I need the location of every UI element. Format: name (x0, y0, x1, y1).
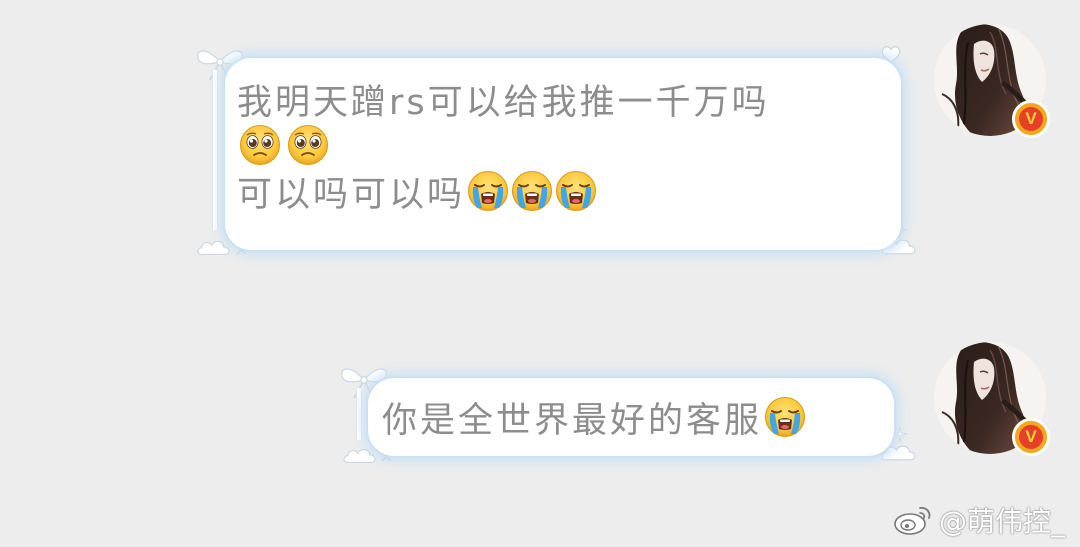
watermark-text: @萌伟控_ (939, 505, 1066, 538)
loudly-crying-face-icon (467, 170, 509, 212)
loudly-crying-face-icon (555, 170, 597, 212)
avatar[interactable]: V (934, 24, 1050, 138)
pleading-face-icon (287, 124, 329, 166)
message-text: 可以吗可以吗 (237, 174, 466, 215)
verified-badge-letter: V (1019, 107, 1043, 131)
message-text-line: 你是全世界最好的客服 (382, 394, 806, 441)
ribbon-stem-decoration (356, 388, 362, 440)
chat-screen: V 我明天蹭rs可以给我推一千万吗 可以吗可以吗 V 你是全世界最好的客服 @萌… (0, 0, 1080, 547)
pleading-face-icon (239, 124, 281, 166)
weibo-logo-icon (893, 503, 933, 537)
cloud-icon (196, 236, 232, 258)
message-bubble[interactable]: 我明天蹭rs可以给我推一千万吗 可以吗可以吗 (225, 58, 901, 250)
verified-badge-letter: V (1019, 425, 1043, 449)
message-text: 我明天蹭rs可以给我推一千万吗 (237, 82, 770, 123)
emoji-row (237, 122, 770, 168)
weibo-watermark: @萌伟控_ (893, 498, 1065, 542)
cloud-icon (342, 444, 378, 466)
message-bubble[interactable]: 你是全世界最好的客服 (368, 378, 894, 456)
loudly-crying-face-icon (511, 170, 553, 212)
message-text: 你是全世界最好的客服 (382, 400, 763, 441)
verified-badge: V (1012, 100, 1050, 138)
loudly-crying-face-icon (764, 396, 806, 438)
verified-badge: V (1012, 418, 1050, 456)
avatar[interactable]: V (934, 342, 1050, 456)
ribbon-stem-decoration (212, 70, 218, 230)
message-text-line: 可以吗可以吗 (237, 168, 770, 215)
